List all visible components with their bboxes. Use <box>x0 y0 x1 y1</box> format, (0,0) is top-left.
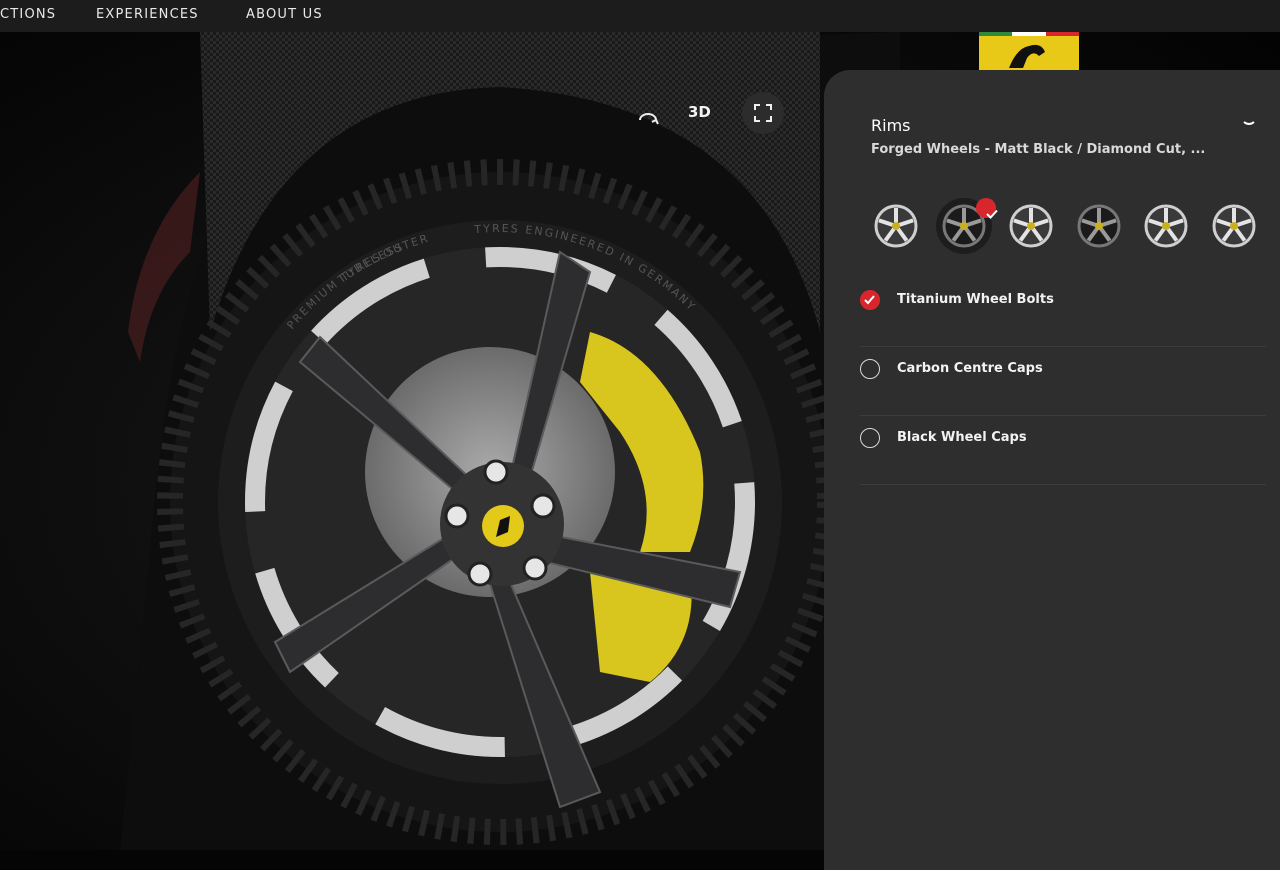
rims-title: Rims <box>871 116 911 135</box>
selected-check-icon <box>975 198 998 219</box>
option-label: Carbon Centre Caps <box>897 361 1043 376</box>
checkbox-checked[interactable] <box>860 290 880 310</box>
3d-mode-button[interactable]: 3D <box>688 103 711 121</box>
rim-silver-icon <box>1144 204 1188 248</box>
configurator-panel: Rims Forged Wheels - Matt Black / Diamon… <box>824 70 1280 870</box>
rim-option-6[interactable] <box>1206 198 1262 254</box>
rim-option-5[interactable] <box>1138 198 1194 254</box>
rim-option-2[interactable] <box>935 198 998 254</box>
rim-silver-icon <box>874 204 918 248</box>
nav-item-collections[interactable]: CTIONS <box>0 7 56 22</box>
rim-option-1[interactable] <box>868 198 924 254</box>
option-label: Titanium Wheel Bolts <box>897 292 1054 307</box>
option-titanium-wheel-bolts[interactable]: Titanium Wheel Bolts <box>860 278 1266 347</box>
fullscreen-button[interactable] <box>742 92 784 134</box>
check-icon <box>864 295 875 305</box>
checkbox-unchecked[interactable] <box>860 359 880 379</box>
rim-silver-icon <box>1009 204 1053 248</box>
chevron-down-icon[interactable] <box>1241 116 1257 132</box>
checkbox-unchecked[interactable] <box>860 428 880 448</box>
option-label: Black Wheel Caps <box>897 430 1027 445</box>
option-carbon-centre-caps[interactable]: Carbon Centre Caps <box>860 347 1266 416</box>
nav-item-experiences[interactable]: EXPERIENCES <box>96 7 199 22</box>
top-navigation: CTIONS EXPERIENCES ABOUT US <box>0 0 1280 32</box>
option-black-wheel-caps[interactable]: Black Wheel Caps <box>860 416 1266 485</box>
rim-silver-icon <box>1212 204 1256 248</box>
ferrari-shield-logo <box>979 32 1079 70</box>
rim-black-icon <box>1077 204 1121 248</box>
nav-item-about-us[interactable]: ABOUT US <box>246 7 323 22</box>
rim-option-3[interactable] <box>1003 198 1059 254</box>
rim-option-4[interactable] <box>1071 198 1127 254</box>
rims-selected-subtitle: Forged Wheels - Matt Black / Diamond Cut… <box>871 142 1206 157</box>
rotate-icon[interactable] <box>630 100 666 136</box>
fullscreen-icon <box>754 104 772 122</box>
rim-options <box>868 198 1268 258</box>
